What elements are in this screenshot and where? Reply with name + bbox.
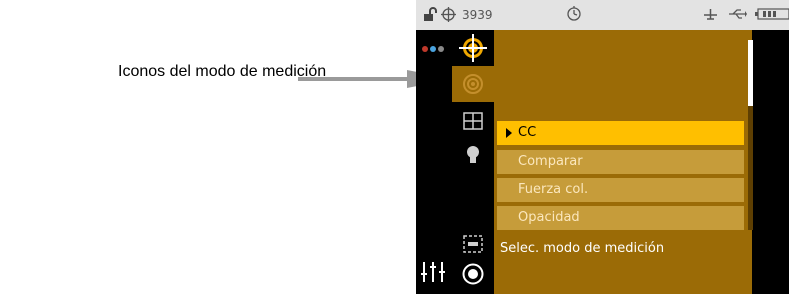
- record-icon: [462, 263, 484, 285]
- menu-item-cc[interactable]: CC: [497, 121, 744, 145]
- bulb-icon: [467, 146, 479, 163]
- device-screen: 3939 CC Comparar Fuerza col. Opacidad Se…: [416, 0, 789, 294]
- callout-arrow-line: [298, 77, 410, 81]
- left-strip: [416, 30, 451, 294]
- callout-label: Iconos del modo de medición: [118, 63, 327, 80]
- sliders-icon[interactable]: [420, 261, 446, 283]
- scrollbar-thumb[interactable]: [748, 40, 753, 106]
- plane-icon: [704, 9, 717, 20]
- mode-cell-record[interactable]: [452, 256, 494, 292]
- menu-item-comparar[interactable]: Comparar: [497, 150, 744, 174]
- lock-open-icon: [424, 7, 437, 21]
- grid-icon: [463, 112, 483, 130]
- dots-menu-icon[interactable]: [421, 45, 446, 53]
- usb-icon: [729, 9, 747, 19]
- mode-cell-ring[interactable]: [452, 66, 494, 102]
- clock-target-icon: [567, 6, 581, 21]
- mode-cell-bulb[interactable]: [452, 138, 494, 174]
- bullseye-target-icon: [459, 34, 487, 62]
- status-bar: 3939: [416, 0, 789, 30]
- ring-target-icon: [463, 74, 483, 94]
- crosshair-icon: [441, 7, 456, 22]
- measure-mode-icons: [452, 30, 494, 294]
- status-number: 3939: [462, 8, 493, 22]
- battery-icon: [755, 8, 789, 20]
- menu-item-fuerza-col[interactable]: Fuerza col.: [497, 178, 744, 202]
- mode-cell-bullseye[interactable]: [452, 30, 494, 66]
- menu-item-opacidad[interactable]: Opacidad: [497, 206, 744, 230]
- right-strip: [752, 30, 789, 294]
- mode-cell-grid[interactable]: [452, 102, 494, 138]
- menu-hint: Selec. modo de medición: [500, 241, 665, 256]
- dashed-square-icon: [463, 235, 483, 253]
